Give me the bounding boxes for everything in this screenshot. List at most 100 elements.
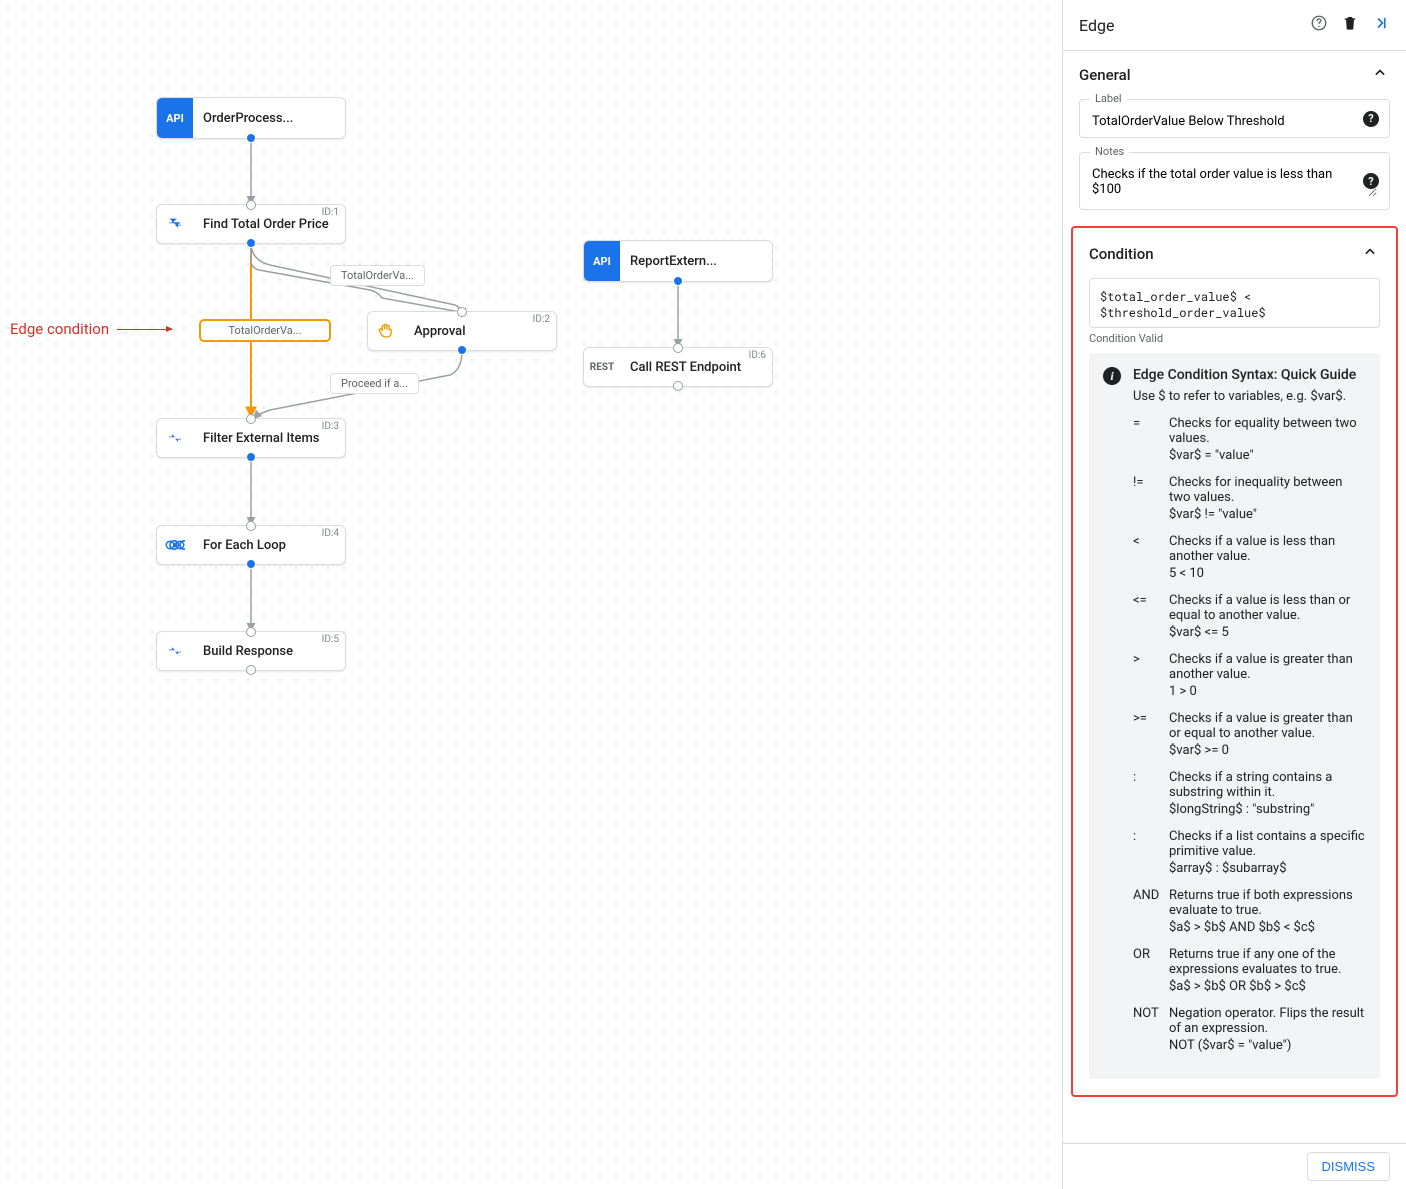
help-icon[interactable]	[1310, 14, 1328, 36]
section-general: General Label ? Notes ?	[1063, 51, 1406, 226]
task-icon	[157, 418, 193, 458]
guide-description: Returns true if both expressions evaluat…	[1169, 888, 1366, 935]
guide-table: =Checks for equality between two values.…	[1133, 416, 1366, 1053]
task-icon	[157, 204, 193, 244]
hand-icon	[368, 311, 404, 351]
annotation-edge-condition: Edge condition	[10, 320, 172, 338]
notes-field-wrapper: Notes ?	[1079, 152, 1390, 210]
condition-section-highlighted: Condition $total_order_value$ < $thresho…	[1071, 226, 1398, 1097]
edge-label-totalorderva-1[interactable]: TotalOrderVa...	[330, 265, 425, 286]
node-label: Approval	[404, 324, 556, 339]
guide-description: Checks if a string contains a substring …	[1169, 770, 1366, 817]
annotation-arrow	[117, 329, 172, 330]
node-label: For Each Loop	[193, 538, 345, 553]
section-general-header[interactable]: General	[1079, 63, 1390, 87]
sidebar-header: Edge	[1063, 0, 1406, 51]
port-out[interactable]	[246, 559, 256, 569]
api-icon: API	[157, 98, 193, 138]
label-legend: Label	[1090, 92, 1127, 105]
help-icon[interactable]: ?	[1363, 173, 1379, 189]
guide-description: Checks if a value is less than or equal …	[1169, 593, 1366, 640]
notes-legend: Notes	[1090, 145, 1129, 158]
syntax-guide: i Edge Condition Syntax: Quick Guide Use…	[1089, 353, 1380, 1079]
dismiss-bar: DISMISS	[1063, 1143, 1406, 1189]
section-general-title: General	[1079, 66, 1131, 84]
api-icon: API	[584, 241, 620, 281]
node-for-each-loop[interactable]: For Each Loop ID:4	[156, 525, 346, 565]
port-in[interactable]	[246, 627, 256, 637]
node-filter-external-items[interactable]: Filter External Items ID:3	[156, 418, 346, 458]
guide-row: <=Checks if a value is less than or equa…	[1133, 593, 1366, 640]
port-out[interactable]	[246, 665, 256, 675]
guide-row: <Checks if a value is less than another …	[1133, 534, 1366, 581]
guide-operator: AND	[1133, 888, 1169, 935]
node-id: ID:5	[322, 634, 339, 645]
dismiss-button[interactable]: DISMISS	[1307, 1152, 1390, 1181]
port-out[interactable]	[673, 381, 683, 391]
chevron-up-icon	[1370, 63, 1390, 87]
guide-operator: NOT	[1133, 1006, 1169, 1053]
edge-label-proceed-if-a[interactable]: Proceed if a...	[330, 373, 419, 394]
port-in[interactable]	[246, 521, 256, 531]
guide-row: =Checks for equality between two values.…	[1133, 416, 1366, 463]
guide-heading: Edge Condition Syntax: Quick Guide	[1133, 367, 1366, 383]
port-out[interactable]	[246, 238, 256, 248]
node-trigger-reportextern[interactable]: API ReportExtern...	[583, 240, 773, 282]
node-call-rest-endpoint[interactable]: REST Call REST Endpoint ID:6	[583, 347, 773, 387]
node-trigger-orderprocess[interactable]: API OrderProcess...	[156, 97, 346, 139]
collapse-sidebar-icon[interactable]	[1372, 14, 1390, 36]
node-id: ID:2	[533, 314, 550, 325]
port-out[interactable]	[246, 452, 256, 462]
port-in[interactable]	[673, 343, 683, 353]
guide-description: Returns true if any one of the expressio…	[1169, 947, 1366, 994]
section-condition-title: Condition	[1089, 245, 1154, 263]
guide-operator: OR	[1133, 947, 1169, 994]
info-icon: i	[1103, 367, 1121, 385]
guide-description: Checks for equality between two values.$…	[1169, 416, 1366, 463]
edges-layer	[0, 0, 1062, 1189]
node-label: Find Total Order Price	[193, 217, 345, 232]
help-icon[interactable]: ?	[1363, 111, 1379, 127]
guide-operator: >	[1133, 652, 1169, 699]
node-build-response[interactable]: Build Response ID:5	[156, 631, 346, 671]
section-condition-header[interactable]: Condition	[1089, 242, 1380, 266]
condition-expression-input[interactable]: $total_order_value$ < $threshold_order_v…	[1089, 278, 1380, 328]
guide-description: Checks for inequality between two values…	[1169, 475, 1366, 522]
node-label: Build Response	[193, 644, 345, 659]
delete-icon[interactable]	[1342, 14, 1358, 36]
annotation-text: Edge condition	[10, 320, 109, 338]
label-input[interactable]	[1092, 114, 1377, 129]
guide-description: Checks if a value is greater than anothe…	[1169, 652, 1366, 699]
label-field-wrapper: Label ?	[1079, 99, 1390, 138]
node-label: ReportExtern...	[620, 254, 772, 269]
notes-textarea[interactable]	[1092, 167, 1377, 197]
guide-operator: >=	[1133, 711, 1169, 758]
port-out[interactable]	[673, 276, 683, 286]
node-find-total-order-price[interactable]: Find Total Order Price ID:1	[156, 204, 346, 244]
port-out[interactable]	[246, 133, 256, 143]
node-approval[interactable]: Approval ID:2	[367, 311, 557, 351]
guide-operator: <=	[1133, 593, 1169, 640]
guide-row: :Checks if a list contains a specific pr…	[1133, 829, 1366, 876]
port-in[interactable]	[246, 414, 256, 424]
guide-row: ANDReturns true if both expressions eval…	[1133, 888, 1366, 935]
port-in[interactable]	[246, 200, 256, 210]
node-id: ID:4	[322, 528, 339, 539]
condition-status: Condition Valid	[1089, 332, 1380, 345]
guide-description: Checks if a value is greater than or equ…	[1169, 711, 1366, 758]
edge-label-totalorderva-selected[interactable]: TotalOrderVa...	[200, 320, 330, 341]
port-out[interactable]	[457, 345, 467, 355]
workflow-canvas[interactable]: Edge condition API OrderProcess... Find …	[0, 0, 1062, 1189]
rest-icon: REST	[584, 347, 620, 387]
port-in[interactable]	[457, 307, 467, 317]
node-label: Call REST Endpoint	[620, 360, 772, 375]
guide-row: ORReturns true if any one of the express…	[1133, 947, 1366, 994]
guide-row: :Checks if a string contains a substring…	[1133, 770, 1366, 817]
guide-operator: <	[1133, 534, 1169, 581]
sidebar-title: Edge	[1079, 16, 1114, 35]
guide-row: !=Checks for inequality between two valu…	[1133, 475, 1366, 522]
node-id: ID:6	[749, 350, 766, 361]
guide-row: NOTNegation operator. Flips the result o…	[1133, 1006, 1366, 1053]
node-id: ID:3	[322, 421, 339, 432]
node-label: OrderProcess...	[193, 111, 345, 126]
